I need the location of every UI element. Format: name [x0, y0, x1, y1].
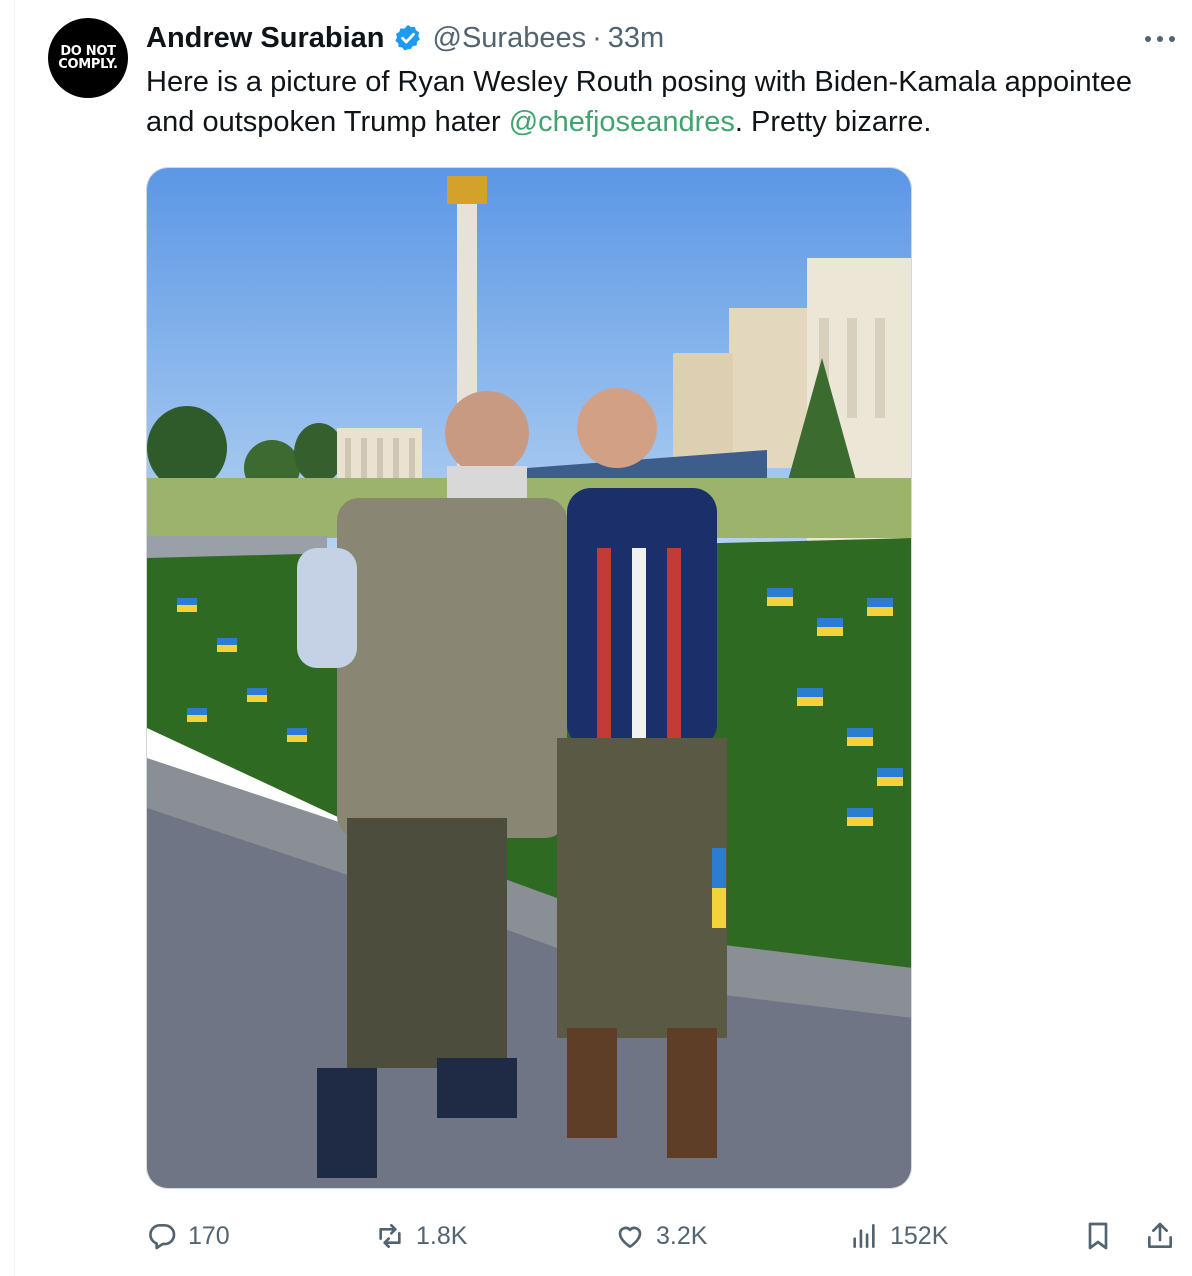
views-button[interactable]: 152K — [848, 1214, 948, 1258]
repost-count: 1.8K — [416, 1221, 468, 1250]
more-options-icon[interactable] — [1142, 24, 1178, 54]
photo-illustration — [147, 168, 911, 1188]
tweet-header: Andrew Surabian @Surabees · 33m — [146, 18, 664, 58]
mention-link[interactable]: @chefjoseandres — [509, 106, 735, 138]
action-bar: 170 1.8K 3.2K 152K — [146, 1214, 1186, 1258]
author-handle[interactable]: @Surabees — [433, 22, 587, 55]
repost-button[interactable]: 1.8K — [374, 1214, 467, 1258]
like-count: 3.2K — [656, 1221, 708, 1250]
share-button[interactable] — [1144, 1214, 1176, 1258]
bookmark-icon — [1088, 1222, 1108, 1250]
avatar[interactable]: DO NOT COMPLY. — [48, 18, 128, 98]
tweet-photo[interactable] — [146, 167, 912, 1189]
author-name[interactable]: Andrew Surabian — [146, 22, 385, 55]
avatar-text-line2: COMPLY. — [58, 57, 118, 72]
reply-button[interactable]: 170 — [146, 1214, 230, 1258]
like-button[interactable]: 3.2K — [614, 1214, 707, 1258]
repost-icon — [379, 1224, 401, 1248]
separator-dot: · — [592, 21, 602, 54]
views-count: 152K — [890, 1221, 949, 1250]
verified-badge-icon[interactable] — [393, 23, 423, 53]
timeline-divider — [14, 0, 15, 1276]
hotel-building — [729, 308, 809, 468]
trees-left — [147, 406, 227, 490]
like-icon — [618, 1226, 642, 1248]
reply-count: 170 — [188, 1221, 230, 1250]
tweet-text: Here is a picture of Ryan Wesley Routh p… — [146, 62, 1156, 142]
bookmark-button[interactable] — [1082, 1214, 1114, 1258]
share-icon — [1148, 1222, 1172, 1248]
timestamp[interactable]: 33m — [608, 22, 664, 55]
reply-icon — [149, 1224, 176, 1250]
views-icon — [853, 1224, 875, 1248]
tweet-text-after: . Pretty bizarre. — [734, 106, 932, 138]
